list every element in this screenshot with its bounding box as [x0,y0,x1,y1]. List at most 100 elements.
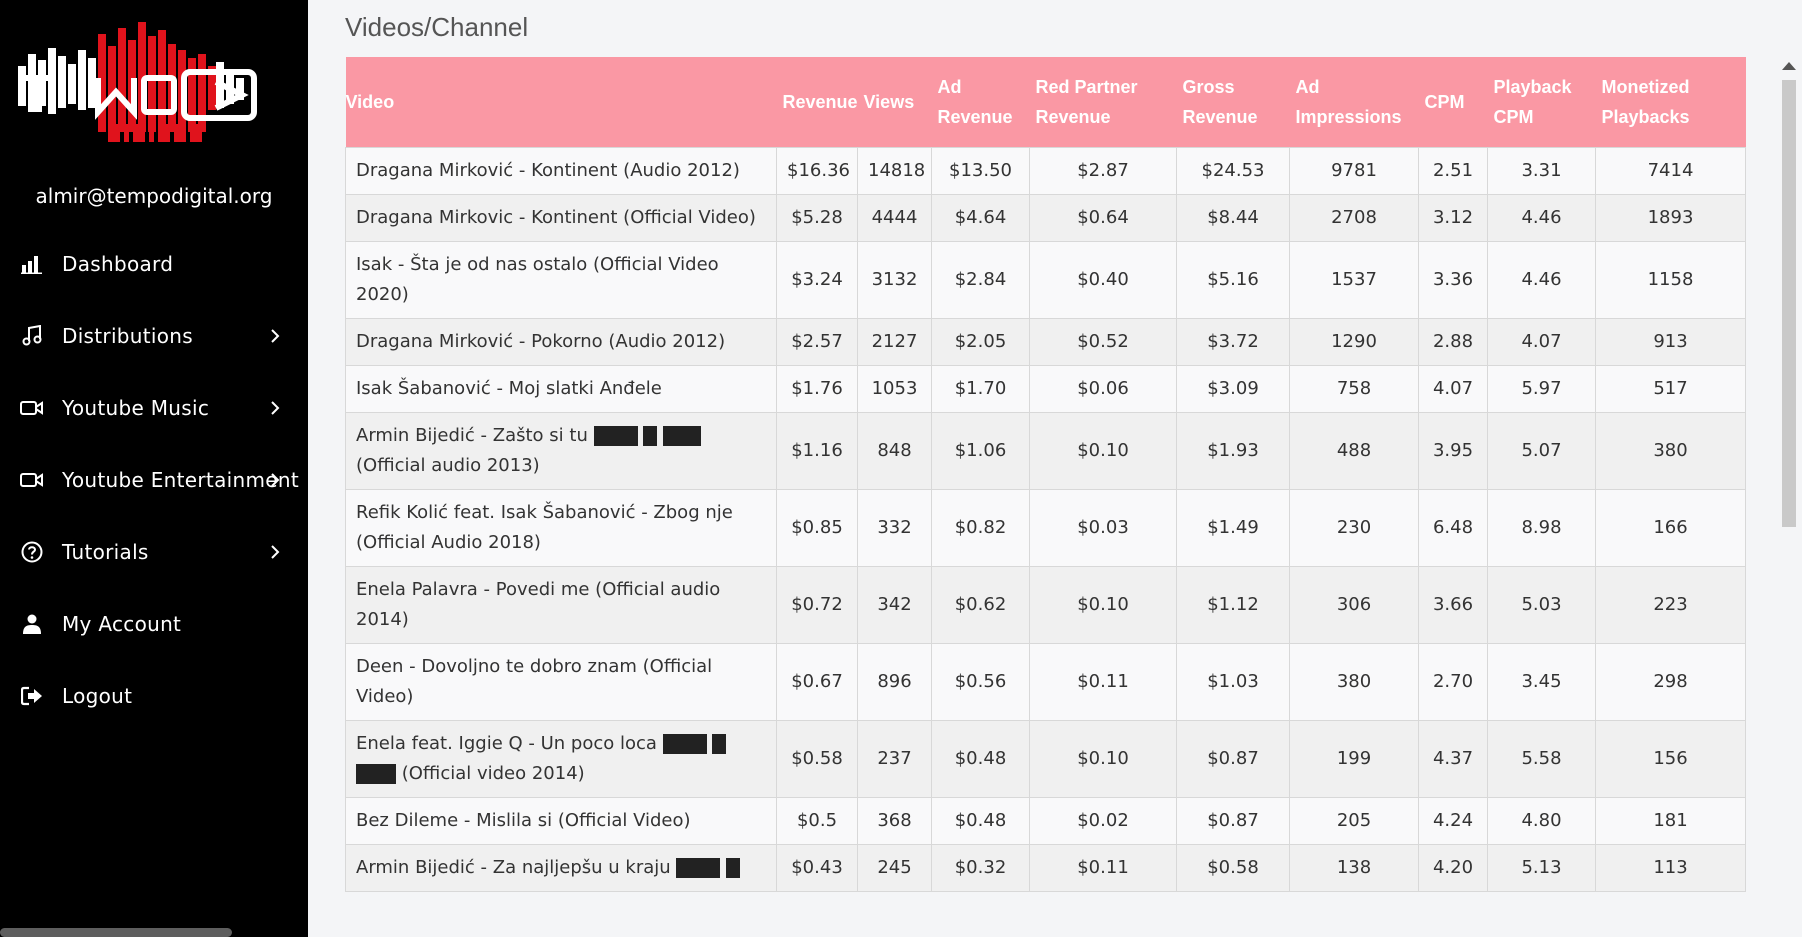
page-title: Videos/Channel [345,12,529,42]
redacted-block [726,858,741,878]
redacted-block [676,858,721,878]
cell-views: 245 [857,844,932,892]
sidebar-item-youtube-entertainment[interactable]: Youtube Entertainment [0,444,308,516]
cell-monetized-playbacks: 113 [1595,844,1746,892]
cell-ad-impressions: 306 [1289,566,1419,644]
cell-ad-impressions: 380 [1289,643,1419,721]
cell-red-partner-revenue: $0.11 [1029,844,1177,892]
videos-table: Video Revenue Views Ad Revenue Red Partn… [345,57,1746,892]
cell-cpm: 3.95 [1418,412,1488,490]
cell-playback-cpm: 5.13 [1487,844,1596,892]
cell-playback-cpm: 4.07 [1487,318,1596,366]
sidebar-item-logout[interactable]: Logout [0,660,308,732]
cell-revenue: $1.76 [776,365,858,413]
sidebar: almir@tempodigital.org Dashboard Distrib… [0,0,308,937]
cell-video: Dragana Mirković - Kontinent (Audio 2012… [345,147,777,195]
column-header-red-partner-revenue[interactable]: Red Partner Revenue [1029,57,1177,148]
cell-revenue: $0.5 [776,797,858,845]
cell-ad-revenue: $2.84 [931,241,1030,319]
chevron-right-icon [266,542,284,562]
cell-views: 896 [857,643,932,721]
column-header-views[interactable]: Views [857,57,932,148]
table-row: Dragana Mirković - Pokorno (Audio 2012) … [345,318,1746,366]
cell-views: 2127 [857,318,932,366]
column-header-gross-revenue[interactable]: Gross Revenue [1176,57,1290,148]
cell-cpm: 2.70 [1418,643,1488,721]
cell-video: Deen - Dovoljno te dobro znam (Official … [345,643,777,721]
table-row: Dragana Mirkovic - Kontinent (Official V… [345,194,1746,242]
cell-cpm: 3.12 [1418,194,1488,242]
cell-gross-revenue: $3.72 [1176,318,1290,366]
cell-video: Armin Bijedić - Zašto si tu (Official au… [345,412,777,490]
redacted-block [643,426,658,446]
user-icon [19,611,45,637]
cell-playback-cpm: 3.31 [1487,147,1596,195]
cell-ad-revenue: $1.06 [931,412,1030,490]
tempo-digital-logo[interactable] [16,20,266,145]
sidebar-item-label: Youtube Entertainment [62,468,299,492]
cell-ad-revenue: $4.64 [931,194,1030,242]
scroll-up-arrow-icon[interactable] [1782,62,1796,70]
cell-views: 848 [857,412,932,490]
sidebar-item-tutorials[interactable]: Tutorials [0,516,308,588]
cell-video: Enela feat. Iggie Q - Un poco loca (Offi… [345,720,777,798]
cell-views: 1053 [857,365,932,413]
cell-video: Refik Kolić feat. Isak Šabanović - Zbog … [345,489,777,567]
column-header-ad-revenue[interactable]: Ad Revenue [931,57,1030,148]
video-title-part: Enela feat. Iggie Q - Un poco loca [356,733,663,754]
cell-gross-revenue: $1.49 [1176,489,1290,567]
redacted-block [663,426,702,446]
app-root: almir@tempodigital.org Dashboard Distrib… [0,0,1802,937]
cell-red-partner-revenue: $0.10 [1029,566,1177,644]
sidebar-horizontal-scrollbar[interactable] [0,928,232,937]
cell-ad-revenue: $0.32 [931,844,1030,892]
sidebar-item-my-account[interactable]: My Account [0,588,308,660]
cell-playback-cpm: 4.46 [1487,194,1596,242]
column-header-playback-cpm[interactable]: Playback CPM [1487,57,1596,148]
cell-ad-impressions: 230 [1289,489,1419,567]
cell-red-partner-revenue: $0.10 [1029,412,1177,490]
video-title-part: Armin Bijedić - Zašto si tu [356,425,594,446]
cell-monetized-playbacks: 7414 [1595,147,1746,195]
cell-playback-cpm: 5.58 [1487,720,1596,798]
cell-cpm: 4.24 [1418,797,1488,845]
cell-ad-revenue: $1.70 [931,365,1030,413]
cell-playback-cpm: 3.45 [1487,643,1596,721]
scrollbar-thumb[interactable] [1782,80,1796,527]
question-circle-icon [19,539,45,565]
cell-revenue: $5.28 [776,194,858,242]
column-header-video[interactable]: Video [345,57,777,148]
cell-video: Dragana Mirkovic - Kontinent (Official V… [345,194,777,242]
column-header-monetized-playbacks[interactable]: Monetized Playbacks [1595,57,1746,148]
cell-red-partner-revenue: $0.03 [1029,489,1177,567]
sidebar-item-dashboard[interactable]: Dashboard [0,228,308,300]
column-header-ad-impressions[interactable]: Ad Impressions [1289,57,1419,148]
cell-monetized-playbacks: 181 [1595,797,1746,845]
cell-views: 237 [857,720,932,798]
sidebar-item-youtube-music[interactable]: Youtube Music [0,372,308,444]
cell-views: 342 [857,566,932,644]
redacted-block [662,734,707,754]
sidebar-item-label: Dashboard [62,252,174,276]
cell-monetized-playbacks: 223 [1595,566,1746,644]
column-header-cpm[interactable]: CPM [1418,57,1488,148]
cell-monetized-playbacks: 166 [1595,489,1746,567]
column-header-revenue[interactable]: Revenue [776,57,858,148]
cell-revenue: $0.72 [776,566,858,644]
sidebar-item-distributions[interactable]: Distributions [0,300,308,372]
cell-video: Isak Šabanović - Moj slatki Anđele [345,365,777,413]
cell-ad-impressions: 138 [1289,844,1419,892]
cell-revenue: $2.57 [776,318,858,366]
logo-graphic [18,22,257,142]
cell-revenue: $16.36 [776,147,858,195]
vertical-scrollbar[interactable] [1776,50,1802,937]
cell-ad-impressions: 2708 [1289,194,1419,242]
cell-cpm: 2.88 [1418,318,1488,366]
sidebar-item-label: Logout [62,684,133,708]
cell-playback-cpm: 5.03 [1487,566,1596,644]
cell-gross-revenue: $0.87 [1176,720,1290,798]
cell-video: Enela Palavra - Povedi me (Official audi… [345,566,777,644]
cell-ad-revenue: $13.50 [931,147,1030,195]
cell-monetized-playbacks: 1893 [1595,194,1746,242]
cell-gross-revenue: $3.09 [1176,365,1290,413]
